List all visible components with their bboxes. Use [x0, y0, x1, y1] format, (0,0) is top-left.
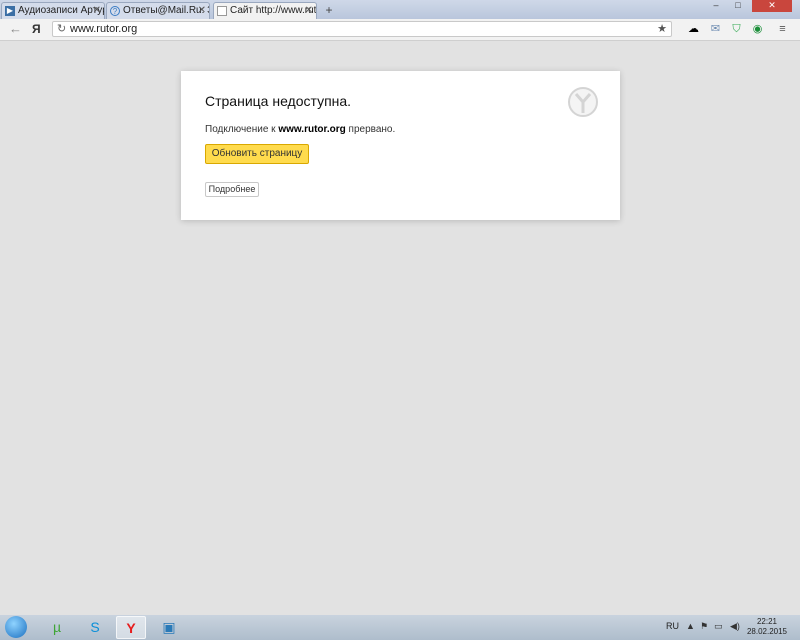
message-prefix: Подключение к: [205, 124, 279, 135]
error-card: Страница недоступна. Подключение к www.r…: [181, 71, 620, 220]
skype-icon[interactable]: S: [80, 616, 110, 639]
menu-icon[interactable]: ≡: [775, 22, 790, 36]
tab-answers[interactable]: ? Ответы@Mail.Ru: Зад ✕: [106, 2, 210, 19]
minimize-button[interactable]: –: [706, 0, 726, 12]
new-tab-button[interactable]: +: [322, 4, 336, 17]
show-hidden-icons-icon[interactable]: ▲: [686, 621, 695, 631]
tab-rutor[interactable]: Сайт http://www.ruto ✕: [213, 2, 317, 19]
play-icon: ▶: [5, 6, 15, 16]
close-tab-icon[interactable]: ✕: [198, 3, 206, 19]
taskbar: µ S Y ▣ RU ▲ ⚑ ▭ ◀) 22:21 28.02.2015: [0, 615, 800, 640]
back-arrow-icon[interactable]: ←: [9, 21, 22, 36]
close-tab-icon[interactable]: ✕: [93, 3, 101, 19]
bookmark-star-icon[interactable]: ★: [657, 22, 667, 36]
message-suffix: прервано.: [345, 124, 396, 135]
utorrent-icon[interactable]: µ: [42, 616, 72, 639]
maximize-button[interactable]: □: [728, 0, 748, 12]
error-title: Страница недоступна.: [205, 93, 352, 109]
mail-icon[interactable]: ✉: [708, 22, 723, 36]
error-message: Подключение к www.rutor.org прервано.: [205, 124, 395, 135]
close-tab-icon[interactable]: ✕: [305, 3, 313, 19]
adguard-shield-icon[interactable]: ⛉: [729, 22, 744, 36]
page-icon: [217, 6, 227, 16]
yandex-logo-button[interactable]: Я: [32, 22, 41, 36]
start-button[interactable]: [5, 616, 27, 638]
network-icon[interactable]: ▭: [714, 621, 723, 632]
url-text: www.rutor.org: [70, 23, 138, 35]
close-window-button[interactable]: ✕: [752, 0, 792, 12]
remote-desktop-icon[interactable]: ▣: [154, 616, 184, 639]
yandex-browser-logo-icon: [568, 87, 598, 117]
reload-icon[interactable]: ↻: [57, 22, 66, 36]
browser-toolbar: ← Я ↻ www.rutor.org ★ ☁ ✉ ⛉ ◉ ≡: [0, 19, 800, 41]
tab-bar: ▶ Аудиозаписи Артура ✕ ? Ответы@Mail.Ru:…: [0, 0, 800, 19]
refresh-page-button[interactable]: Обновить страницу: [205, 144, 309, 164]
flag-icon[interactable]: ⚑: [700, 621, 708, 632]
volume-icon[interactable]: ◀): [730, 621, 740, 632]
message-host: www.rutor.org: [278, 124, 346, 135]
clock-date: 28.02.2015: [746, 627, 788, 636]
language-indicator[interactable]: RU: [666, 621, 679, 631]
extension-icon[interactable]: ◉: [750, 22, 765, 36]
clock[interactable]: 22:21 28.02.2015: [744, 617, 790, 637]
weather-icon[interactable]: ☁: [686, 22, 701, 36]
clock-time: 22:21: [756, 617, 778, 626]
address-bar[interactable]: ↻ www.rutor.org ★: [52, 21, 672, 37]
answers-icon: ?: [110, 6, 120, 16]
tab-audio[interactable]: ▶ Аудиозаписи Артура ✕: [1, 2, 105, 19]
yandex-browser-icon[interactable]: Y: [116, 616, 146, 639]
details-button[interactable]: Подробнее: [205, 182, 259, 197]
